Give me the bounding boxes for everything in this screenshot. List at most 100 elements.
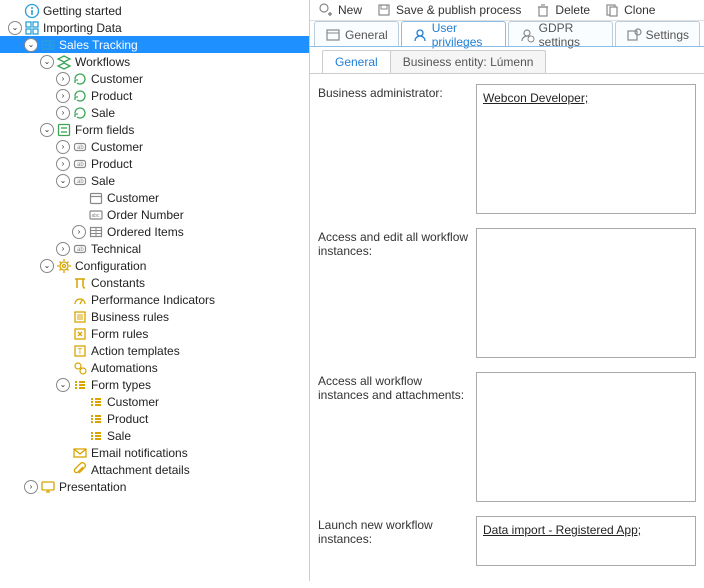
expand-icon[interactable]: › xyxy=(56,140,70,154)
process-icon xyxy=(40,37,56,53)
expand-icon[interactable]: › xyxy=(56,157,70,171)
business-admin-input[interactable]: Webcon Developer; xyxy=(476,84,696,214)
tree-ff-sale-customer[interactable]: Customer xyxy=(0,189,309,206)
tree-label: Presentation xyxy=(59,480,126,494)
new-icon xyxy=(318,2,334,18)
tree-presentation[interactable]: › Presentation xyxy=(0,478,309,495)
tree-ff-sale-order[interactable]: Order Number xyxy=(0,206,309,223)
save-publish-button[interactable]: Save & publish process xyxy=(372,0,525,20)
expand-icon[interactable]: › xyxy=(24,480,38,494)
field-icon xyxy=(72,156,88,172)
tree-ft-customer[interactable]: Customer xyxy=(0,393,309,410)
general-tab-icon xyxy=(325,27,341,43)
tree-label: Product xyxy=(91,89,132,103)
tab-settings[interactable]: Settings xyxy=(615,21,700,47)
tree-ft-sale[interactable]: Sale xyxy=(0,427,309,444)
delete-button[interactable]: Delete xyxy=(531,0,594,20)
expander-placeholder xyxy=(56,327,70,341)
field-label: Access all workflow instances and attach… xyxy=(318,372,476,502)
date-icon xyxy=(88,190,104,206)
tree-ff-sale-items[interactable]: › Ordered Items xyxy=(0,223,309,240)
tree-label: Sale xyxy=(91,106,115,120)
delete-icon xyxy=(535,2,551,18)
tree-form-fields[interactable]: ⌄ Form fields xyxy=(0,121,309,138)
tree-importing-data[interactable]: ⌄ Importing Data xyxy=(0,19,309,36)
tree-perf-ind[interactable]: Performance Indicators xyxy=(0,291,309,308)
expander-placeholder xyxy=(56,446,70,460)
tree-label: Getting started xyxy=(43,4,122,18)
tree-label: Customer xyxy=(107,191,159,205)
clone-button[interactable]: Clone xyxy=(600,0,659,20)
tree-label: Form fields xyxy=(75,123,134,137)
access-all-input[interactable] xyxy=(476,372,696,502)
tree-form-rules[interactable]: Form rules xyxy=(0,325,309,342)
expand-icon[interactable]: › xyxy=(56,89,70,103)
save-icon xyxy=(376,2,392,18)
collapse-icon[interactable]: ⌄ xyxy=(8,21,22,35)
expand-icon[interactable]: › xyxy=(56,242,70,256)
expand-icon[interactable]: › xyxy=(72,225,86,239)
expand-icon[interactable]: › xyxy=(56,72,70,86)
form-rules-icon xyxy=(72,326,88,342)
abc-icon xyxy=(88,207,104,223)
tree-ft-product[interactable]: Product xyxy=(0,410,309,427)
table-icon xyxy=(88,224,104,240)
tree-attach-details[interactable]: Attachment details xyxy=(0,461,309,478)
grid-icon xyxy=(24,20,40,36)
collapse-icon[interactable]: ⌄ xyxy=(40,55,54,69)
subtab-general[interactable]: General xyxy=(322,50,391,73)
tree-ff-customer[interactable]: › Customer xyxy=(0,138,309,155)
collapse-icon[interactable]: ⌄ xyxy=(24,38,38,52)
subtab-business-entity[interactable]: Business entity: Lúmenn xyxy=(390,50,547,73)
tree-label: Customer xyxy=(91,140,143,154)
access-edit-input[interactable] xyxy=(476,228,696,358)
collapse-icon[interactable]: ⌄ xyxy=(40,123,54,137)
tree-sales-tracking[interactable]: ⌄ Sales Tracking xyxy=(0,36,309,53)
tree-getting-started[interactable]: Getting started xyxy=(0,2,309,19)
mail-icon xyxy=(72,445,88,461)
tree-form-types[interactable]: ⌄ Form types xyxy=(0,376,309,393)
layers-icon xyxy=(56,54,72,70)
tree-wf-product[interactable]: › Product xyxy=(0,87,309,104)
tree-ff-product[interactable]: › Product xyxy=(0,155,309,172)
form-fields-icon xyxy=(56,122,72,138)
tree-constants[interactable]: Constants xyxy=(0,274,309,291)
button-label: New xyxy=(338,3,362,17)
tab-label: General xyxy=(345,28,388,42)
pi-icon xyxy=(72,275,88,291)
tree-business-rules[interactable]: Business rules xyxy=(0,308,309,325)
tree-workflows[interactable]: ⌄ Workflows xyxy=(0,53,309,70)
expander-placeholder xyxy=(72,191,86,205)
tab-user-privileges[interactable]: User privileges xyxy=(401,21,506,47)
user-icon xyxy=(412,27,428,43)
settings-icon xyxy=(626,27,642,43)
expander-placeholder xyxy=(72,412,86,426)
tree-automations[interactable]: Automations xyxy=(0,359,309,376)
gdpr-icon xyxy=(519,27,535,43)
tree-action-templates[interactable]: Action templates xyxy=(0,342,309,359)
launch-new-input[interactable]: Data import - Registered App; xyxy=(476,516,696,566)
tree-label: Importing Data xyxy=(43,21,122,35)
monitor-icon xyxy=(40,479,56,495)
collapse-icon[interactable]: ⌄ xyxy=(56,174,70,188)
field-icon xyxy=(72,241,88,257)
tree-wf-sale[interactable]: › Sale xyxy=(0,104,309,121)
tree-email-notif[interactable]: Email notifications xyxy=(0,444,309,461)
automation-icon xyxy=(72,360,88,376)
new-button[interactable]: New xyxy=(314,0,366,20)
expand-icon[interactable]: › xyxy=(56,106,70,120)
tree-label: Workflows xyxy=(75,55,130,69)
collapse-icon[interactable]: ⌄ xyxy=(40,259,54,273)
tree-configuration[interactable]: ⌄ Configuration xyxy=(0,257,309,274)
tree-ff-sale[interactable]: ⌄ Sale xyxy=(0,172,309,189)
tab-general[interactable]: General xyxy=(314,21,399,47)
expander-placeholder xyxy=(56,463,70,477)
tab-gdpr[interactable]: GDPR settings xyxy=(508,21,613,47)
tree-panel: Getting started ⌄ Importing Data ⌄ Sales… xyxy=(0,0,310,581)
sub-tabs: General Business entity: Lúmenn xyxy=(310,47,704,73)
collapse-icon[interactable]: ⌄ xyxy=(56,378,70,392)
tree-label: Business rules xyxy=(91,310,169,324)
tree-wf-customer[interactable]: › Customer xyxy=(0,70,309,87)
tree-ff-technical[interactable]: › Technical xyxy=(0,240,309,257)
tree-label: Product xyxy=(91,157,132,171)
